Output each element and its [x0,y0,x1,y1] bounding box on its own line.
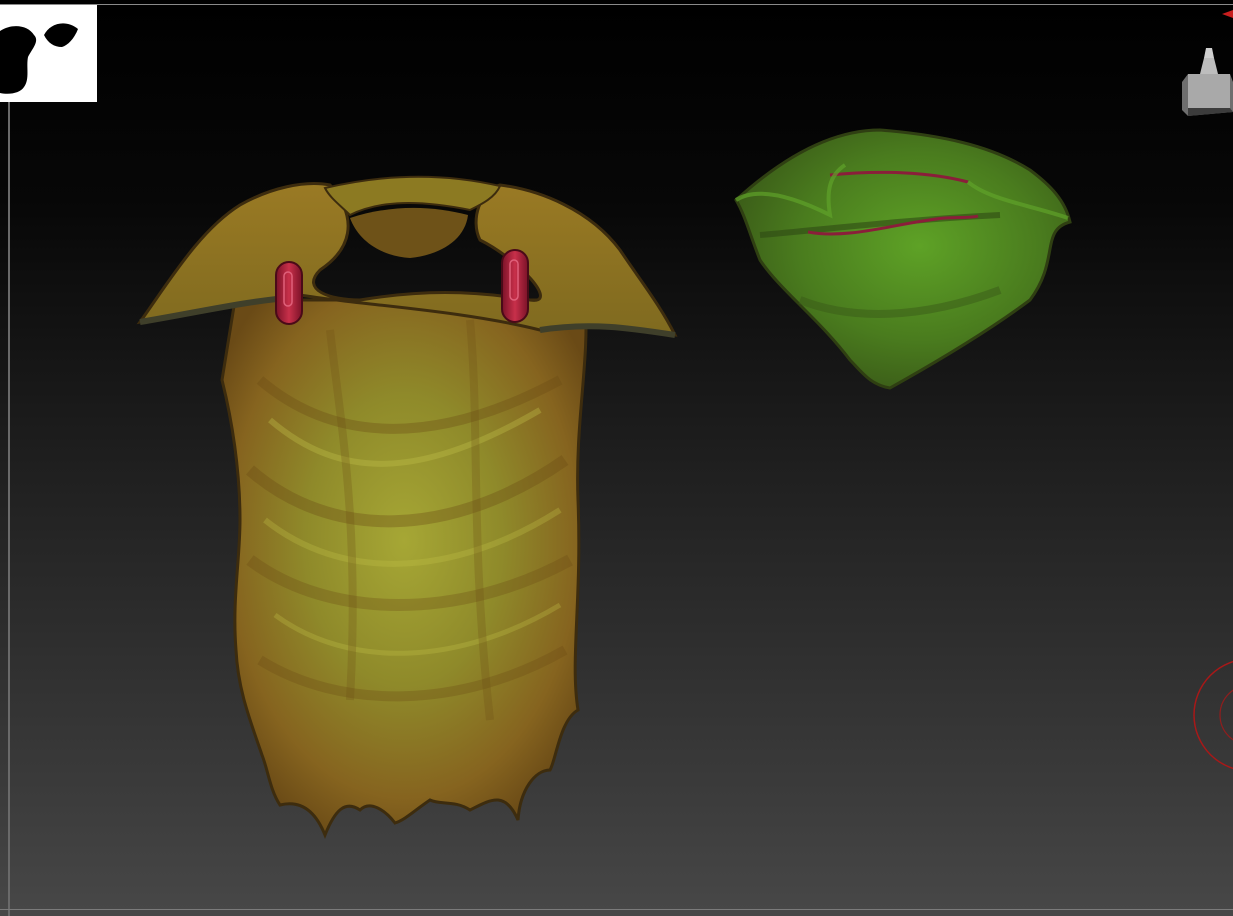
rotation-gizmo-icon[interactable] [1190,655,1233,775]
clasp-right[interactable] [501,249,529,323]
tunic-mesh[interactable] [136,175,678,840]
clasp-left[interactable] [275,261,303,325]
viewport-canvas[interactable] [0,0,1233,916]
scene-3d[interactable] [0,0,1233,916]
cowl-mesh[interactable] [734,128,1072,390]
navigation-cube-icon[interactable] [1178,44,1233,120]
axis-indicator-icon [1222,10,1233,18]
